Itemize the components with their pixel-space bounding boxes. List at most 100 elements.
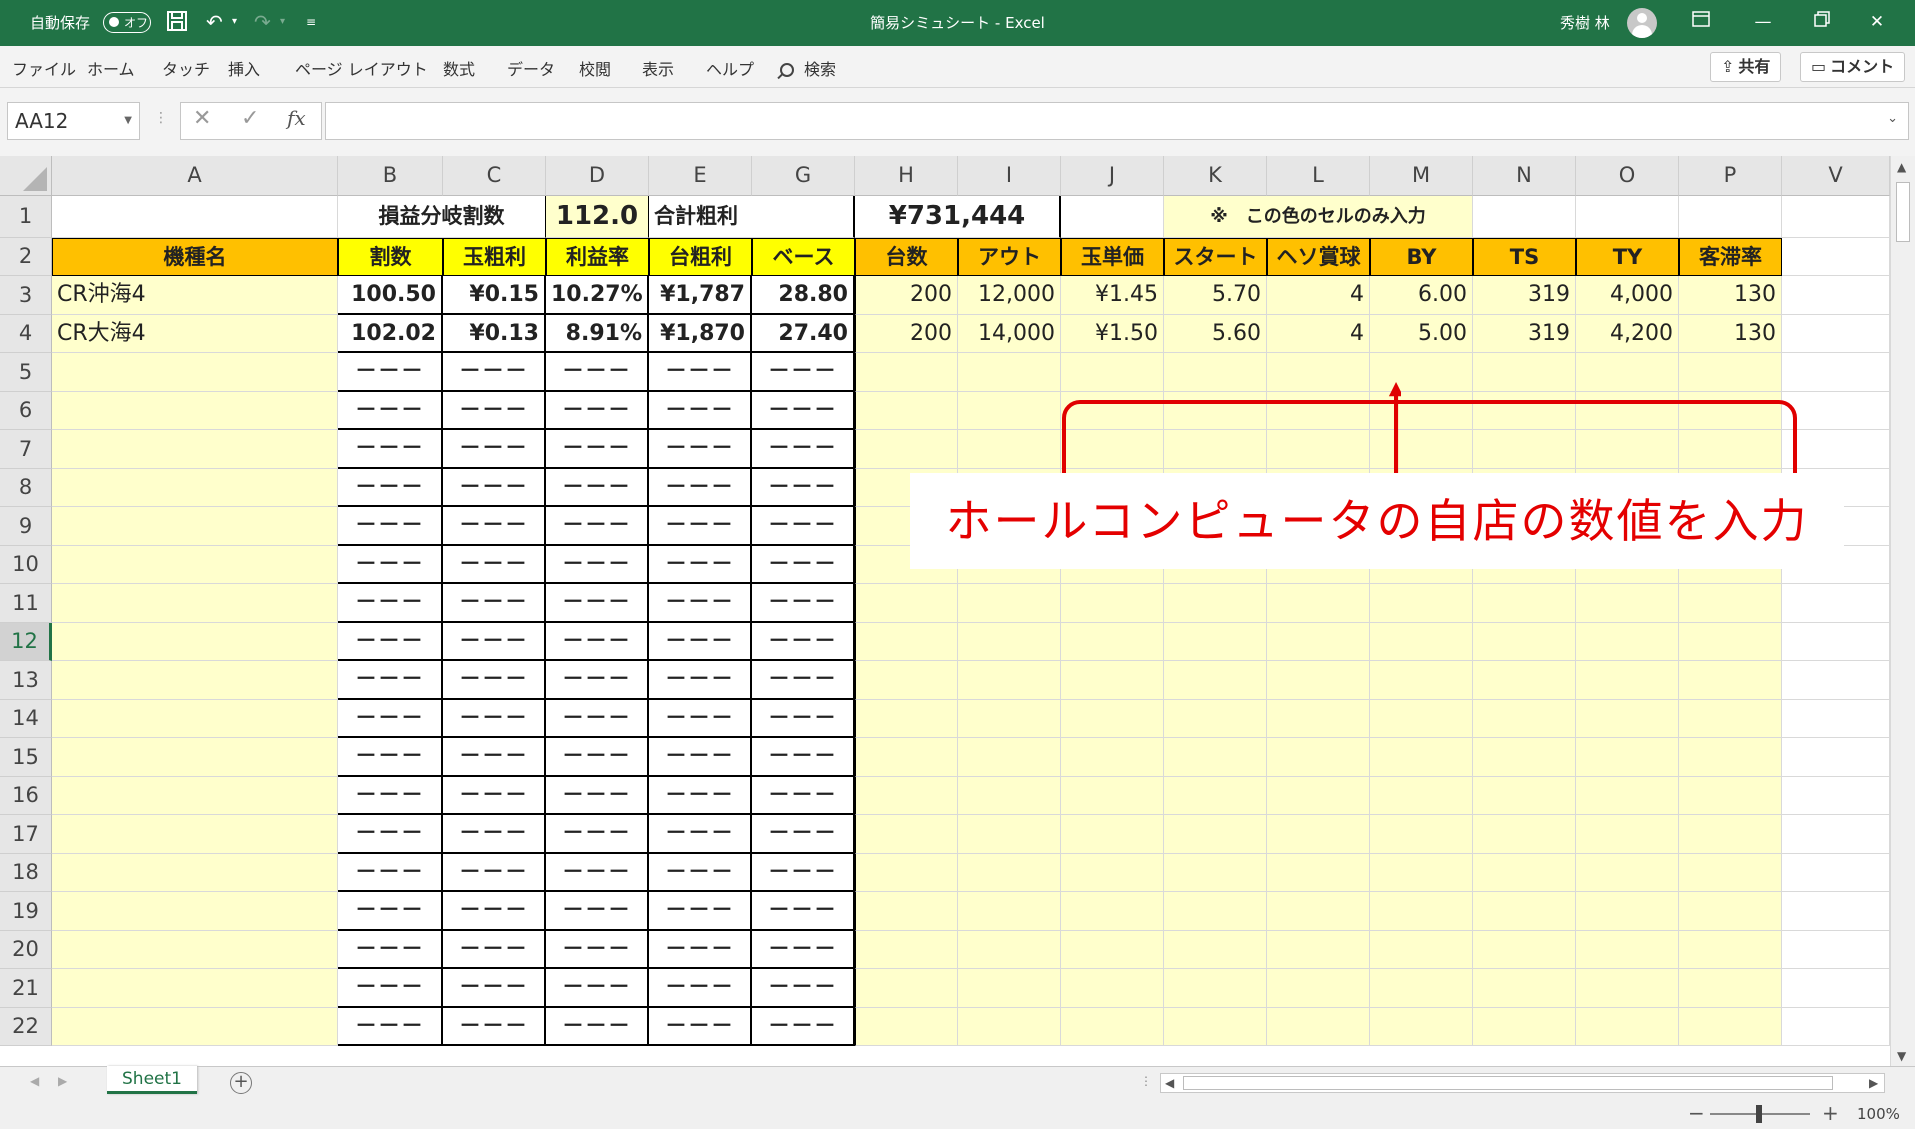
row-header-8[interactable]: 8 <box>0 469 52 507</box>
cell-e15[interactable]: －－－ <box>649 738 752 777</box>
total-profit-label[interactable]: 合計粗利 <box>649 196 855 238</box>
cell-j21[interactable] <box>1061 969 1164 1008</box>
cell-o14[interactable] <box>1576 700 1679 738</box>
cell-a5[interactable] <box>52 353 338 392</box>
cell-i4[interactable]: 14,000 <box>958 315 1061 353</box>
header-o[interactable]: TY <box>1576 238 1679 276</box>
cell-j13[interactable] <box>1061 661 1164 700</box>
cell-b16[interactable]: －－－ <box>338 777 443 815</box>
column-header-e[interactable]: E <box>649 156 752 196</box>
cell-l12[interactable] <box>1267 623 1370 661</box>
cell-a11[interactable] <box>52 584 338 623</box>
cell-l22[interactable] <box>1267 1008 1370 1046</box>
cell-h22[interactable] <box>855 1008 958 1046</box>
header-p[interactable]: 客滞率 <box>1679 238 1782 276</box>
cell-p14[interactable] <box>1679 700 1782 738</box>
cell-d16[interactable]: －－－ <box>546 777 649 815</box>
cell-m4[interactable]: 5.00 <box>1370 315 1473 353</box>
cell-j16[interactable] <box>1061 777 1164 815</box>
cell-a10[interactable] <box>52 546 338 584</box>
cell-i3[interactable]: 12,000 <box>958 276 1061 315</box>
vertical-scrollbar[interactable]: ▲ ▼ <box>1890 156 1915 1066</box>
cell-n21[interactable] <box>1473 969 1576 1008</box>
cell-d6[interactable]: －－－ <box>546 392 649 430</box>
cell-l18[interactable] <box>1267 854 1370 892</box>
cell-g5[interactable]: －－－ <box>752 353 855 392</box>
cell-p20[interactable] <box>1679 931 1782 969</box>
cell-b5[interactable]: －－－ <box>338 353 443 392</box>
cell-k17[interactable] <box>1164 815 1267 854</box>
cell-n16[interactable] <box>1473 777 1576 815</box>
cell-v19[interactable] <box>1782 892 1890 931</box>
cell-d21[interactable]: －－－ <box>546 969 649 1008</box>
cell-i14[interactable] <box>958 700 1061 738</box>
cell-e21[interactable]: －－－ <box>649 969 752 1008</box>
cell-n14[interactable] <box>1473 700 1576 738</box>
total-profit-value[interactable]: ¥731,444 <box>855 196 1061 238</box>
cell-e9[interactable]: －－－ <box>649 507 752 546</box>
splitter-icon[interactable]: ⋮ <box>1140 1074 1152 1088</box>
tab-page-layout[interactable]: ページ レイアウト <box>295 56 428 80</box>
cell-h18[interactable] <box>855 854 958 892</box>
cell-c3[interactable]: ¥0.15 <box>443 276 546 315</box>
cell-v3[interactable] <box>1782 276 1890 315</box>
cell-j17[interactable] <box>1061 815 1164 854</box>
header-a[interactable]: 機種名 <box>52 238 338 276</box>
row-header-16[interactable]: 16 <box>0 777 52 815</box>
cell-c6[interactable]: －－－ <box>443 392 546 430</box>
header-d[interactable]: 利益率 <box>546 238 649 276</box>
scroll-up-icon[interactable]: ▲ <box>1897 160 1906 174</box>
cell-p1[interactable] <box>1679 196 1782 238</box>
cell-m12[interactable] <box>1370 623 1473 661</box>
header-b[interactable]: 割数 <box>338 238 443 276</box>
cell-v21[interactable] <box>1782 969 1890 1008</box>
cell-o11[interactable] <box>1576 584 1679 623</box>
cell-l16[interactable] <box>1267 777 1370 815</box>
cell-k16[interactable] <box>1164 777 1267 815</box>
cell-b13[interactable]: －－－ <box>338 661 443 700</box>
zoom-out-icon[interactable]: − <box>1688 1101 1705 1125</box>
cell-m3[interactable]: 6.00 <box>1370 276 1473 315</box>
cell-e14[interactable]: －－－ <box>649 700 752 738</box>
cell-b10[interactable]: －－－ <box>338 546 443 584</box>
cell-v12[interactable] <box>1782 623 1890 661</box>
row-header-15[interactable]: 15 <box>0 738 52 777</box>
cell-m5[interactable] <box>1370 353 1473 392</box>
cell-c10[interactable]: －－－ <box>443 546 546 584</box>
row-header-17[interactable]: 17 <box>0 815 52 854</box>
cell-m20[interactable] <box>1370 931 1473 969</box>
cell-b6[interactable]: －－－ <box>338 392 443 430</box>
scroll-thumb[interactable] <box>1896 182 1910 242</box>
cell-v11[interactable] <box>1782 584 1890 623</box>
cell-a6[interactable] <box>52 392 338 430</box>
cell-o1[interactable] <box>1576 196 1679 238</box>
ribbon-display-icon[interactable] <box>1686 8 1716 36</box>
cell-b11[interactable]: －－－ <box>338 584 443 623</box>
insert-function-icon[interactable]: fx <box>287 106 306 130</box>
cell-i11[interactable] <box>958 584 1061 623</box>
cell-g18[interactable]: －－－ <box>752 854 855 892</box>
cell-o16[interactable] <box>1576 777 1679 815</box>
cell-c22[interactable]: －－－ <box>443 1008 546 1046</box>
cell-m13[interactable] <box>1370 661 1473 700</box>
cell-d17[interactable]: －－－ <box>546 815 649 854</box>
cell-b9[interactable]: －－－ <box>338 507 443 546</box>
row-header-1[interactable]: 1 <box>0 196 52 238</box>
cell-c21[interactable]: －－－ <box>443 969 546 1008</box>
cell-j18[interactable] <box>1061 854 1164 892</box>
cell-i20[interactable] <box>958 931 1061 969</box>
cell-d18[interactable]: －－－ <box>546 854 649 892</box>
tab-help[interactable]: ヘルプ <box>706 56 754 80</box>
cell-a3[interactable]: CR沖海4 <box>52 276 338 315</box>
column-header-a[interactable]: A <box>52 156 338 196</box>
cell-v20[interactable] <box>1782 931 1890 969</box>
cell-c18[interactable]: －－－ <box>443 854 546 892</box>
cell-a22[interactable] <box>52 1008 338 1046</box>
cell-j22[interactable] <box>1061 1008 1164 1046</box>
cell-e7[interactable]: －－－ <box>649 430 752 469</box>
cell-n19[interactable] <box>1473 892 1576 931</box>
column-header-v[interactable]: V <box>1782 156 1890 196</box>
hscroll-thumb[interactable] <box>1183 1076 1833 1090</box>
cell-c16[interactable]: －－－ <box>443 777 546 815</box>
cell-k11[interactable] <box>1164 584 1267 623</box>
